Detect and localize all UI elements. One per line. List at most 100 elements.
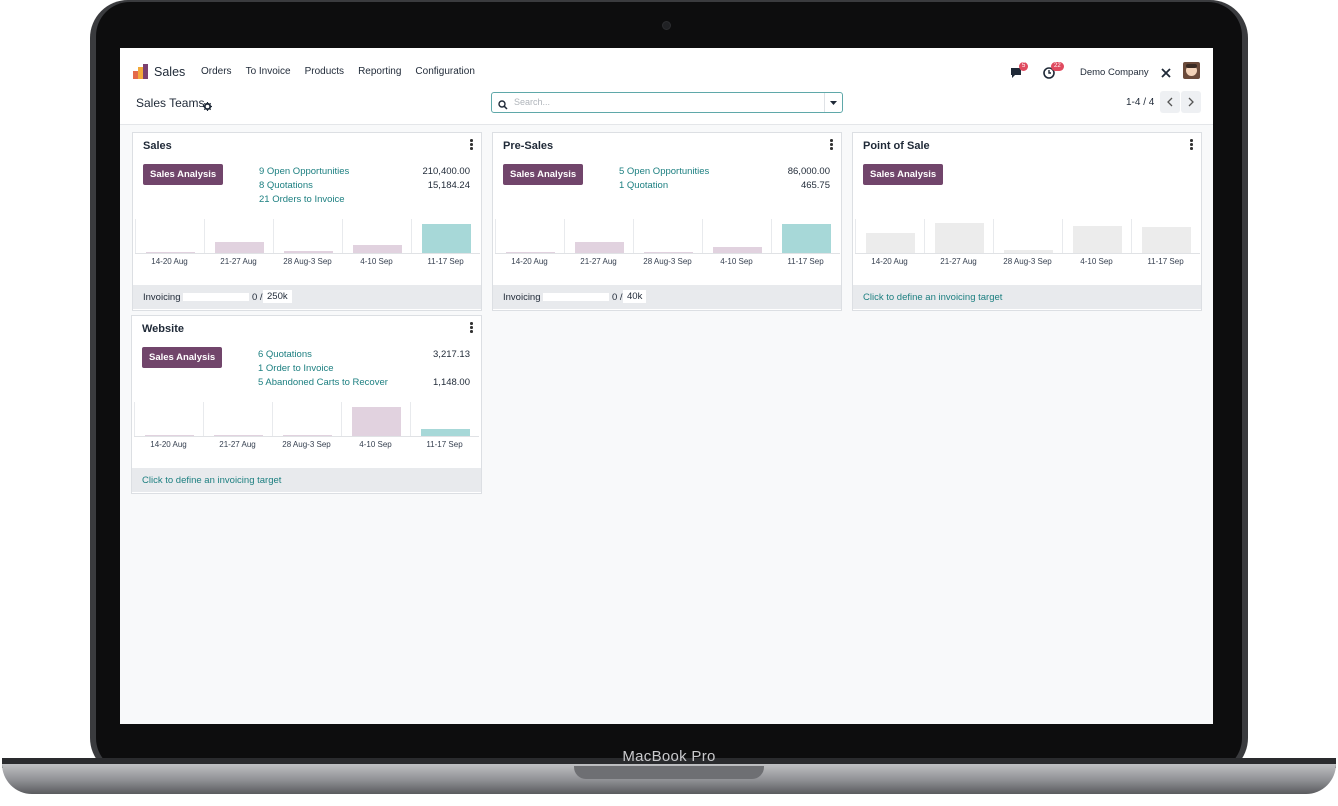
quotations-value: 3,217.13: [433, 349, 470, 360]
menu-configuration[interactable]: Configuration: [408, 66, 481, 77]
search-placeholder: Search...: [514, 97, 551, 107]
clock-icon[interactable]: 22: [1043, 62, 1064, 79]
chart-column[interactable]: [134, 402, 204, 436]
chart-tick-label: 14-20 Aug: [150, 440, 187, 449]
chart-axis: [855, 253, 1200, 254]
card-menu-icon[interactable]: [830, 139, 833, 151]
pager-next[interactable]: [1181, 91, 1201, 113]
gear-icon[interactable]: [203, 98, 212, 111]
invoicing-progress-text: 0 /: [612, 292, 623, 303]
chart-tick-label: 11-17 Sep: [787, 257, 824, 266]
chart-column[interactable]: [771, 219, 841, 253]
card-menu-icon[interactable]: [1190, 139, 1193, 151]
sales-analysis-button[interactable]: Sales Analysis: [142, 347, 223, 368]
orders-to-invoice-link[interactable]: 21 Orders to Invoice: [259, 194, 345, 205]
abandoned-carts-link[interactable]: 5 Abandoned Carts to Recover: [258, 377, 388, 388]
chart-tick-label: 11-17 Sep: [426, 440, 463, 449]
open-opportunities-value: 86,000.00: [787, 166, 830, 177]
chart-column[interactable]: [342, 219, 412, 253]
chart-column[interactable]: [564, 219, 634, 253]
menu-to-invoice[interactable]: To Invoice: [239, 66, 298, 77]
chart-column[interactable]: [410, 402, 480, 436]
activities-badge: 22: [1051, 62, 1064, 71]
menu-reporting[interactable]: Reporting: [351, 66, 408, 77]
quotation-link[interactable]: 1 Quotation: [619, 180, 668, 191]
search-input[interactable]: Search...: [491, 92, 843, 113]
team-card-pre-sales[interactable]: Pre-Sales Sales Analysis 5 Open Opportun…: [492, 132, 842, 311]
camera: [662, 21, 671, 30]
search-options-toggle[interactable]: [824, 93, 842, 112]
tools-icon[interactable]: [1160, 66, 1172, 78]
invoicing-target[interactable]: 250k: [263, 290, 292, 303]
sales-app-icon[interactable]: [133, 64, 149, 79]
team-card-point-of-sale[interactable]: Point of Sale Sales Analysis 14-20 Aug 21…: [852, 132, 1202, 311]
chart-column[interactable]: [993, 219, 1063, 253]
menu-products[interactable]: Products: [298, 66, 351, 77]
chart-column[interactable]: [204, 219, 274, 253]
chart-tick-label: 28 Aug-3 Sep: [643, 257, 692, 266]
pager-previous[interactable]: [1160, 91, 1180, 113]
open-opportunities-value: 210,400.00: [422, 166, 470, 177]
chart-column[interactable]: [411, 219, 481, 253]
chart-column[interactable]: [702, 219, 772, 253]
chart-column[interactable]: [633, 219, 703, 253]
chart-axis: [135, 253, 480, 254]
chart-column[interactable]: [341, 402, 411, 436]
team-card-website[interactable]: Website Sales Analysis 6 Quotations 3,21…: [131, 315, 482, 494]
messages-badge: 5: [1019, 62, 1029, 71]
define-invoicing-target-link[interactable]: Click to define an invoicing target: [142, 475, 281, 486]
chart-tick-label: 28 Aug-3 Sep: [282, 440, 331, 449]
chart-tick-label: 4-10 Sep: [360, 257, 393, 266]
sales-analysis-button[interactable]: Sales Analysis: [863, 164, 944, 185]
app-name[interactable]: Sales: [154, 65, 185, 79]
chart-tick-label: 4-10 Sep: [1080, 257, 1113, 266]
open-opportunities-link[interactable]: 5 Open Opportunities: [619, 166, 709, 177]
chart-tick-label: 21-27 Aug: [580, 257, 617, 266]
card-menu-icon[interactable]: [470, 322, 473, 334]
card-title: Website: [142, 323, 184, 335]
chart-axis: [495, 253, 840, 254]
define-invoicing-target-link[interactable]: Click to define an invoicing target: [863, 292, 1002, 303]
device-brand: MacBook Pro: [622, 748, 716, 765]
pager-value[interactable]: 1-4 / 4: [1126, 97, 1154, 108]
chart-tick-label: 11-17 Sep: [427, 257, 464, 266]
menu-orders[interactable]: Orders: [194, 66, 239, 77]
chart-column[interactable]: [495, 219, 565, 253]
top-navbar: Sales Orders To Invoice Products Reporti…: [120, 48, 1213, 94]
chart-column[interactable]: [203, 402, 273, 436]
card-footer: Invoicing 0 / 40k: [493, 285, 841, 309]
open-opportunities-link[interactable]: 9 Open Opportunities: [259, 166, 349, 177]
chart-bar: [352, 407, 401, 436]
chart-tick-label: 4-10 Sep: [359, 440, 392, 449]
chart-bar: [353, 245, 402, 253]
invoicing-target[interactable]: 40k: [623, 290, 647, 303]
order-to-invoice-link[interactable]: 1 Order to Invoice: [258, 363, 334, 374]
quotations-value: 15,184.24: [427, 180, 470, 191]
card-menu-icon[interactable]: [470, 139, 473, 151]
card-footer: Click to define an invoicing target: [132, 468, 481, 492]
chart-bar: [1142, 227, 1191, 253]
chart-column[interactable]: [272, 402, 342, 436]
quotation-value: 465.75: [800, 180, 830, 191]
screen: Sales Orders To Invoice Products Reporti…: [120, 48, 1213, 724]
invoicing-progress-bar: [183, 293, 249, 301]
chart-tick-label: 28 Aug-3 Sep: [1003, 257, 1052, 266]
avatar[interactable]: [1183, 62, 1200, 79]
company-switcher[interactable]: Demo Company: [1080, 67, 1149, 78]
chart-bar: [1073, 226, 1122, 253]
chart-column[interactable]: [1062, 219, 1132, 253]
quotations-link[interactable]: 8 Quotations: [259, 180, 313, 191]
card-title: Sales: [143, 140, 172, 152]
chart-column[interactable]: [924, 219, 994, 253]
chart-column[interactable]: [273, 219, 343, 253]
chart-axis: [134, 436, 479, 437]
sales-analysis-button[interactable]: Sales Analysis: [143, 164, 224, 185]
sales-analysis-button[interactable]: Sales Analysis: [503, 164, 584, 185]
chart-column[interactable]: [1131, 219, 1201, 253]
chart-bar: [421, 429, 470, 436]
chart-column[interactable]: [855, 219, 925, 253]
team-card-sales[interactable]: Sales Sales Analysis 9 Open Opportunitie…: [132, 132, 482, 311]
chat-icon[interactable]: 5: [1010, 62, 1029, 78]
quotations-link[interactable]: 6 Quotations: [258, 349, 312, 360]
chart-column[interactable]: [135, 219, 205, 253]
